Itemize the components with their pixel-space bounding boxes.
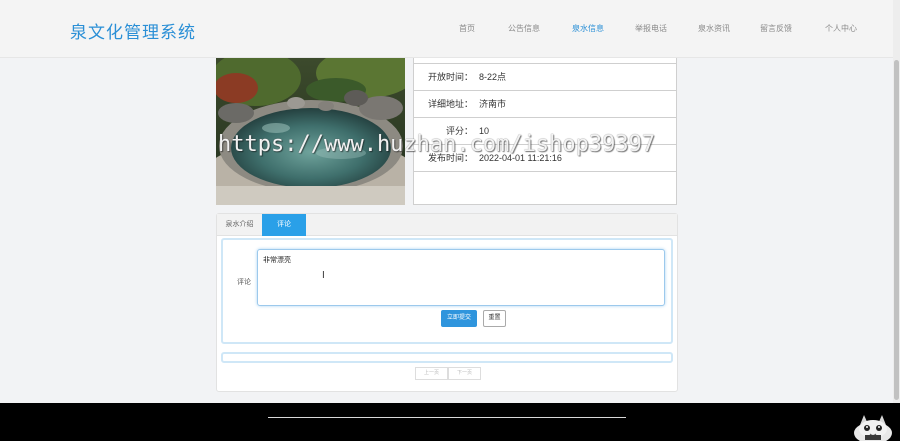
header: 泉文化管理系统 首页 公告信息 泉水信息 举报电话 泉水资讯 留言反馈 个人中心 <box>0 0 893 58</box>
footer-divider <box>268 417 626 418</box>
nav-item-spring-info[interactable]: 泉水信息 <box>572 23 604 34</box>
pagination: 上一页 下一页 <box>415 367 482 380</box>
cat-mascot-icon <box>852 413 894 441</box>
details-label: 开放时间： <box>427 72 473 82</box>
tab-bar: 泉水介绍 评论 <box>217 214 677 236</box>
nav-item-spring-news[interactable]: 泉水资讯 <box>698 23 730 34</box>
details-row-open-hours: 开放时间： 8-22点 <box>414 63 676 90</box>
tab-comment[interactable]: 评论 <box>262 214 306 236</box>
details-value: 10 <box>479 126 490 136</box>
tab-spring-intro[interactable]: 泉水介绍 <box>217 214 262 236</box>
footer <box>0 403 900 441</box>
spring-photo <box>216 58 405 205</box>
comment-textarea[interactable]: 非常漂亮 <box>257 249 665 306</box>
scrollbar-thumb[interactable] <box>894 60 899 400</box>
next-page-button[interactable]: 下一页 <box>448 367 482 380</box>
site-logo[interactable]: 泉文化管理系统 <box>70 18 196 43</box>
scrollbar[interactable] <box>893 0 900 403</box>
detail-tabs-card: 泉水介绍 评论 评论 非常漂亮 I 立即提交 重置 上一页 下一页 <box>216 213 678 392</box>
details-value: 2022-04-01 11:21:16 <box>479 153 562 163</box>
details-label: 详细地址： <box>427 99 473 109</box>
submit-button[interactable]: 立即提交 <box>441 310 477 327</box>
details-value: 济南市 <box>479 99 507 109</box>
nav-item-home[interactable]: 首页 <box>459 23 475 34</box>
spring-details-table: 开放时间： 8-22点 详细地址： 济南市 评分： 10 发布时间： 2022-… <box>413 58 677 205</box>
comment-form: 评论 非常漂亮 I 立即提交 重置 <box>221 238 673 344</box>
nav-item-feedback[interactable]: 留言反馈 <box>760 23 792 34</box>
comment-list <box>221 352 673 363</box>
details-label: 发布时间： <box>427 153 473 163</box>
nav-item-report-phone[interactable]: 举报电话 <box>635 23 667 34</box>
prev-page-button[interactable]: 上一页 <box>415 367 449 380</box>
details-label: 评分： <box>445 126 473 136</box>
nav-item-announcements[interactable]: 公告信息 <box>508 23 540 34</box>
details-row-empty <box>414 171 676 204</box>
comment-label: 评论 <box>237 279 251 286</box>
reset-button[interactable]: 重置 <box>483 310 506 327</box>
text-cursor-icon: I <box>322 270 325 281</box>
details-row-address: 详细地址： 济南市 <box>414 90 676 117</box>
details-value: 8-22点 <box>479 72 507 82</box>
details-row-publish-time: 发布时间： 2022-04-01 11:21:16 <box>414 144 676 171</box>
details-row-rating: 评分： 10 <box>414 117 676 144</box>
nav-item-user-center[interactable]: 个人中心 <box>825 23 857 34</box>
